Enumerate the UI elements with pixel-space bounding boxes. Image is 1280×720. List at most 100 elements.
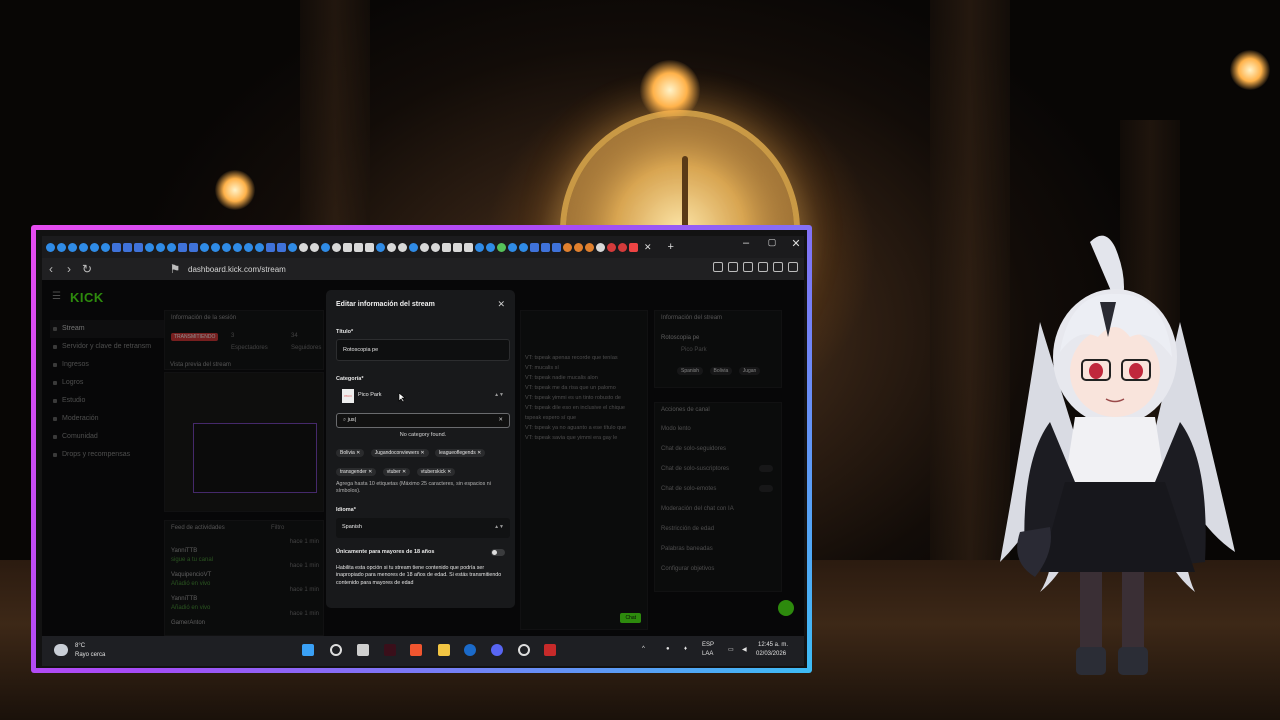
tag-chip[interactable]: Bolivia ✕ (336, 449, 365, 457)
taskview-icon[interactable] (357, 644, 369, 656)
browser-tab[interactable] (475, 242, 484, 252)
browser-tab[interactable] (354, 242, 363, 252)
browser-tab[interactable] (101, 242, 110, 252)
browser-tab-active[interactable] (629, 242, 638, 252)
category-select[interactable]: PICO Pico Park ▲▼ (336, 386, 510, 406)
browser-tab[interactable] (321, 242, 330, 252)
title-input[interactable]: Rotoscopia pe (336, 339, 510, 361)
volume-icon[interactable]: ◀ (742, 646, 747, 653)
browser-tab[interactable] (167, 242, 176, 252)
browser-tab[interactable] (442, 242, 451, 252)
browser-tab[interactable] (563, 242, 572, 252)
browser-tab[interactable] (79, 242, 88, 252)
language-indicator-bottom[interactable]: LAA (702, 651, 713, 657)
url-field[interactable]: dashboard.kick.com/stream (188, 265, 286, 274)
tag-chip[interactable]: leagueoflegends ✕ (435, 449, 486, 457)
browser-tab[interactable] (519, 242, 528, 252)
discord-icon[interactable] (491, 644, 503, 656)
browser-tab[interactable] (299, 242, 308, 252)
browser-tab[interactable] (464, 242, 473, 252)
browser-tab[interactable] (376, 242, 385, 252)
weather-icon[interactable] (54, 644, 68, 656)
browser-tab[interactable] (365, 242, 374, 252)
clear-search-icon[interactable]: ✕ (498, 414, 503, 427)
browser-tab[interactable] (398, 242, 407, 252)
browser-tab[interactable] (453, 242, 462, 252)
browser-tab[interactable] (222, 242, 231, 252)
tag-chip[interactable]: vtuber ✕ (382, 468, 411, 476)
browser-tab[interactable] (552, 242, 561, 252)
browser-tab[interactable] (486, 242, 495, 252)
steam-icon[interactable] (464, 644, 476, 656)
modal-close-icon[interactable]: ✕ (497, 299, 505, 310)
browser-tab[interactable] (145, 242, 154, 252)
browser-tab[interactable] (387, 242, 396, 252)
tag-chip[interactable]: Jugandoconviewers ✕ (370, 449, 429, 457)
browser-tab[interactable] (277, 242, 286, 252)
start-icon[interactable] (302, 644, 314, 656)
folder-icon[interactable] (438, 644, 450, 656)
browser-tab[interactable] (211, 242, 220, 252)
browser-tab[interactable] (420, 242, 429, 252)
tag-chip[interactable]: transgender ✕ (336, 468, 377, 476)
network-icon[interactable]: ▭ (728, 646, 734, 653)
browser-tab[interactable] (431, 242, 440, 252)
browser-tab[interactable] (409, 242, 418, 252)
language-select[interactable]: Spanish ▲▼ (336, 518, 510, 538)
clock-date[interactable]: 02/03/2026 (756, 651, 786, 657)
browser-tab[interactable] (618, 242, 627, 252)
sidebar-icon[interactable] (758, 262, 768, 272)
browser-tab[interactable] (288, 242, 297, 252)
clock-time[interactable]: 12:45 a. m. (758, 642, 788, 648)
browser-tab[interactable] (508, 242, 517, 252)
browser-tab[interactable] (134, 242, 143, 252)
browser-tab[interactable] (541, 242, 550, 252)
tab-close-icon[interactable]: ✕ (644, 242, 652, 253)
app-icon[interactable] (384, 644, 396, 656)
new-tab-button[interactable]: + (668, 241, 674, 253)
mic-icon[interactable]: ♦ (684, 646, 687, 652)
mature-content-toggle[interactable] (491, 549, 505, 556)
music-icon[interactable] (743, 262, 753, 272)
browser-tab[interactable] (90, 242, 99, 252)
reload-icon[interactable]: ↻ (78, 262, 96, 276)
browser-tab[interactable] (112, 242, 121, 252)
browser-tab[interactable] (200, 242, 209, 252)
close-window-button[interactable]: ✕ (788, 237, 804, 250)
browser-tab[interactable] (178, 242, 187, 252)
maximize-button[interactable]: ▢ (764, 237, 780, 248)
language-indicator-top[interactable]: ESP (702, 642, 714, 648)
chevron-up-icon[interactable]: ^ (642, 646, 645, 652)
brave-icon[interactable] (410, 644, 422, 656)
browser-tab[interactable] (189, 242, 198, 252)
extension-icon[interactable] (713, 262, 723, 272)
tray-icon[interactable]: ● (666, 646, 670, 652)
browser-tab[interactable] (574, 242, 583, 252)
browser-tab[interactable] (607, 242, 616, 252)
search-icon[interactable] (330, 644, 342, 656)
browser-tab[interactable] (497, 242, 506, 252)
obs-icon[interactable] (518, 644, 530, 656)
browser-tab[interactable] (57, 242, 66, 252)
browser-tab[interactable] (343, 242, 352, 252)
browser-tab[interactable] (310, 242, 319, 252)
browser-tab[interactable] (530, 242, 539, 252)
bookmark-icon[interactable]: ⚑ (166, 262, 184, 276)
tag-chip[interactable]: vtuberskick ✕ (416, 468, 456, 476)
minimize-button[interactable]: – (738, 237, 754, 249)
browser-tab[interactable] (332, 242, 341, 252)
browser-tab[interactable] (46, 242, 55, 252)
browser-tab[interactable] (596, 242, 605, 252)
browser-tab[interactable] (156, 242, 165, 252)
browser-tab[interactable] (123, 242, 132, 252)
browser-tab[interactable] (244, 242, 253, 252)
back-icon[interactable]: ‹ (42, 262, 60, 276)
browser-tab[interactable] (266, 242, 275, 252)
browser-tab[interactable] (255, 242, 264, 252)
browser-tab[interactable] (233, 242, 242, 252)
browser-tab[interactable] (585, 242, 594, 252)
menu-icon[interactable] (788, 262, 798, 272)
wallet-icon[interactable] (773, 262, 783, 272)
extension-icon[interactable] (728, 262, 738, 272)
category-search-input[interactable]: ⌕ jus| ✕ (336, 413, 510, 428)
